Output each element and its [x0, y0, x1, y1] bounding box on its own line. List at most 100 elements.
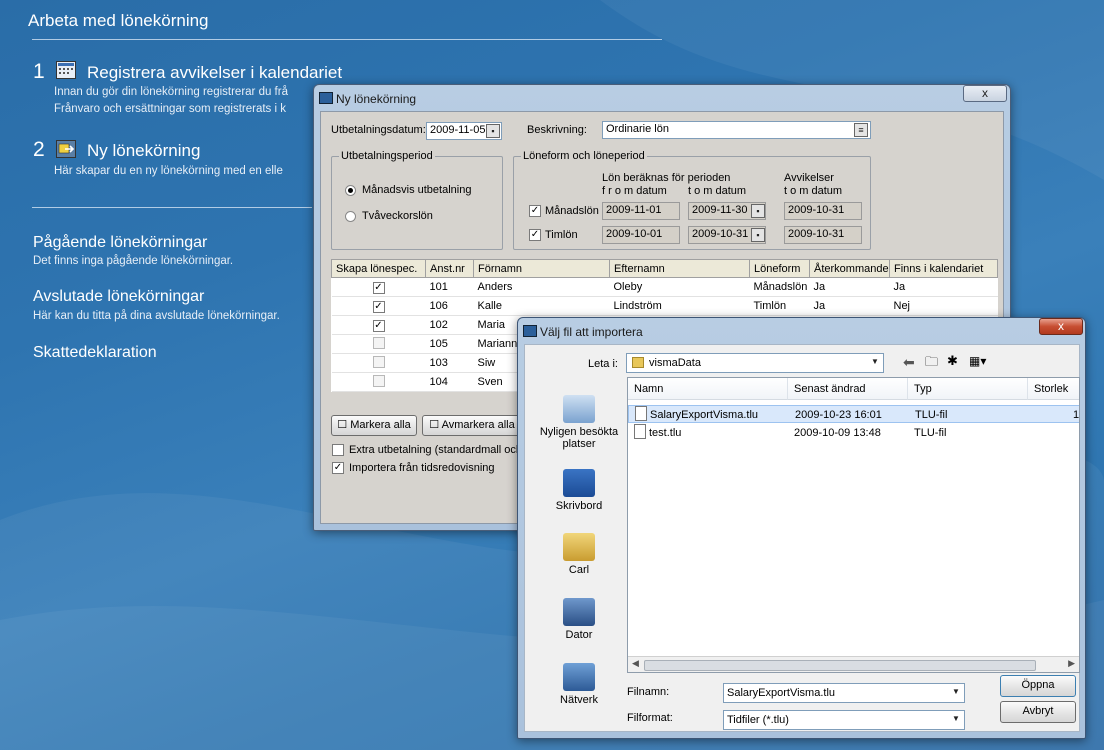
file-name-cell: test.tlu: [634, 424, 681, 442]
monthly-from-date: 2009-11-01: [602, 202, 680, 220]
open-button[interactable]: Öppna: [1000, 675, 1076, 697]
place-user[interactable]: Carl: [533, 533, 625, 576]
divider: [32, 39, 662, 40]
recent-places-icon: [563, 395, 595, 423]
cell: Kalle: [473, 296, 610, 316]
place-label: Carl: [568, 564, 590, 576]
scroll-right-icon[interactable]: ▶: [1068, 658, 1075, 669]
date-picker-icon[interactable]: ▪: [751, 204, 765, 218]
monthly-salary-checkbox[interactable]: ✓: [529, 205, 541, 217]
cell: Ja: [809, 296, 890, 316]
look-in-combo[interactable]: vismaData ▼: [626, 353, 884, 373]
hourly-salary-checkbox[interactable]: ✓: [529, 229, 541, 241]
scroll-thumb[interactable]: [644, 660, 1036, 671]
row-checkbox[interactable]: [372, 355, 385, 368]
table-row[interactable]: ✓ 106 Kalle Lindström Timlön Ja Nej: [331, 296, 998, 316]
extra-payment-checkbox[interactable]: [332, 444, 344, 456]
description-input[interactable]: Ordinarie lön: [602, 121, 871, 139]
step-link-new-payroll-run[interactable]: Ny lönekörning: [87, 141, 200, 161]
column-header[interactable]: Efternamn: [609, 259, 750, 278]
column-header[interactable]: Löneform: [749, 259, 810, 278]
section-link-tax-declaration[interactable]: Skattedeklaration: [33, 344, 157, 362]
section-link-finished-runs[interactable]: Avslutade lönekörningar: [33, 288, 204, 306]
file-row[interactable]: test.tlu 2009-10-09 13:48 TLU-fil: [628, 424, 1079, 442]
close-button[interactable]: x: [1039, 318, 1083, 335]
back-icon[interactable]: ⬅: [903, 354, 915, 371]
from-date-header: f r o m datum: [602, 185, 667, 197]
column-name[interactable]: Namn: [628, 378, 788, 400]
cell: Månadslön: [749, 277, 810, 297]
deselect-icon: ☐: [429, 419, 442, 431]
row-checkbox[interactable]: ✓: [372, 281, 385, 294]
close-button[interactable]: x: [963, 85, 1007, 102]
cell: Lindström: [609, 296, 750, 316]
place-network[interactable]: Nätverk: [533, 663, 625, 706]
place-computer[interactable]: Dator: [533, 598, 625, 641]
checkbox-label: Extra utbetalning (standardmall och: [349, 444, 523, 456]
calc-period-header: Lön beräknas för perioden: [602, 172, 731, 184]
notes-icon[interactable]: ≡: [854, 123, 868, 137]
column-size[interactable]: Storlek: [1028, 378, 1079, 400]
network-icon: [563, 663, 595, 691]
cancel-button[interactable]: Avbryt: [1000, 701, 1076, 723]
row-checkbox[interactable]: [372, 336, 385, 349]
cell: Ja: [809, 277, 890, 297]
step-link-register-deviations[interactable]: Registrera avvikelser i kalendariet: [87, 63, 342, 83]
group-title: Löneform och löneperiod: [521, 150, 647, 162]
chevron-down-icon[interactable]: ▼: [949, 712, 963, 726]
mark-all-button[interactable]: ☐ Markera alla: [331, 415, 417, 436]
filename-value: SalaryExportVisma.tlu: [727, 687, 836, 699]
table-row[interactable]: ✓ 101 Anders Oleby Månadslön Ja Ja: [331, 277, 998, 297]
cell: 102: [425, 315, 474, 335]
column-header[interactable]: Förnamn: [473, 259, 610, 278]
file-size-cell: 1: [1073, 409, 1080, 421]
file-format-select[interactable]: Tidfiler (*.tlu) ▼: [723, 710, 965, 730]
look-in-label: Leta i:: [588, 358, 618, 370]
description-label: Beskrivning:: [527, 124, 587, 136]
scroll-left-icon[interactable]: ◀: [632, 658, 639, 669]
view-menu-icon[interactable]: ▦▾: [969, 354, 986, 368]
column-type[interactable]: Typ: [908, 378, 1028, 400]
filename-input[interactable]: SalaryExportVisma.tlu ▼: [723, 683, 965, 703]
place-label: Nyligen besökta platser: [539, 426, 619, 450]
horizontal-scrollbar[interactable]: ◀ ▶: [628, 656, 1079, 672]
import-time-checkbox[interactable]: ✓: [332, 462, 344, 474]
date-picker-icon[interactable]: ▪: [486, 124, 500, 138]
column-modified[interactable]: Senast ändrad: [788, 378, 908, 400]
chevron-down-icon[interactable]: ▼: [868, 355, 882, 369]
step-description: Frånvaro och ersättningar som registrera…: [54, 103, 287, 115]
file-type-cell: TLU-fil: [915, 409, 948, 421]
select-icon: ☐: [337, 419, 351, 431]
row-checkbox[interactable]: ✓: [372, 319, 385, 332]
checkbox-label: Importera från tidsredovisning: [349, 462, 495, 474]
calendar-icon: [56, 61, 76, 79]
unmark-all-button[interactable]: ☐ Avmarkera alla: [422, 415, 522, 436]
section-description: Det finns inga pågående lönekörningar.: [33, 255, 234, 267]
file-list: Namn Senast ändrad Typ Storlek SalaryExp…: [627, 377, 1080, 673]
window-icon: [523, 325, 537, 337]
window-icon: [319, 92, 333, 104]
row-checkbox[interactable]: [372, 374, 385, 387]
chevron-down-icon[interactable]: ▼: [949, 685, 963, 699]
page-title: Arbeta med lönekörning: [28, 11, 209, 30]
up-folder-icon[interactable]: 🗀: [925, 353, 938, 375]
section-link-ongoing-runs[interactable]: Pågående lönekörningar: [33, 234, 207, 252]
place-desktop[interactable]: Skrivbord: [533, 469, 625, 512]
column-header[interactable]: Återkommande: [809, 259, 890, 278]
radio-biweekly[interactable]: [345, 211, 356, 222]
column-header[interactable]: Anst.nr: [425, 259, 474, 278]
date-picker-icon[interactable]: ▪: [751, 228, 765, 242]
section-description: Här kan du titta på dina avslutade lönek…: [33, 310, 280, 322]
new-folder-icon[interactable]: ✱: [947, 353, 958, 369]
radio-monthly[interactable]: [345, 185, 356, 196]
place-recent[interactable]: Nyligen besökta platser: [533, 395, 625, 450]
column-header[interactable]: Skapa lönespec.: [331, 259, 426, 278]
cell: 106: [425, 296, 474, 316]
deviation-header: Avvikelser: [784, 172, 834, 184]
column-header[interactable]: Finns i kalendariet: [889, 259, 998, 278]
format-label: Filformat:: [627, 712, 673, 724]
row-checkbox[interactable]: ✓: [372, 300, 385, 313]
to-date-header: t o m datum: [688, 185, 747, 197]
step-number: 2: [33, 138, 45, 161]
file-row[interactable]: SalaryExportVisma.tlu 2009-10-23 16:01 T…: [628, 405, 1080, 423]
